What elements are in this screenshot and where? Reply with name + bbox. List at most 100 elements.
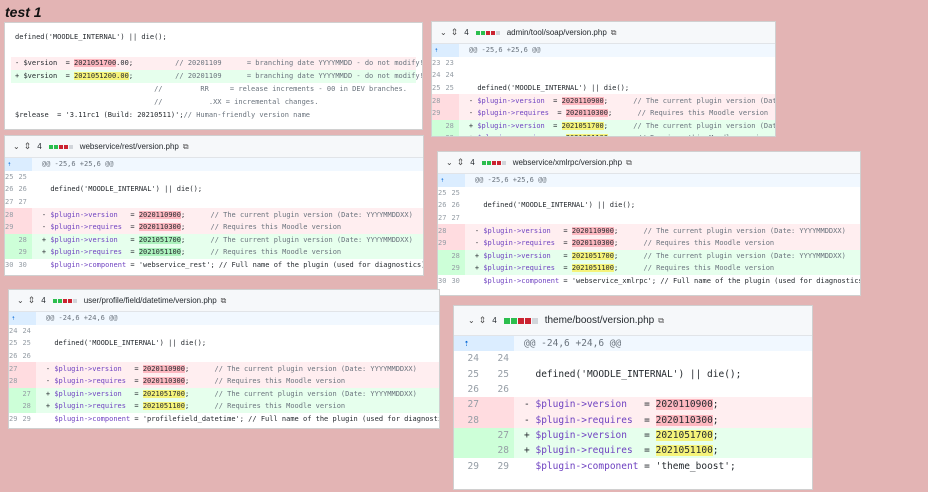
old-line-number[interactable] — [5, 246, 19, 259]
new-line-number[interactable] — [18, 208, 32, 221]
old-line-number[interactable]: 25 — [438, 187, 451, 200]
old-line-number[interactable] — [5, 233, 19, 247]
new-line-number[interactable]: 23 — [445, 57, 458, 70]
expand-up-icon[interactable]: ⇡ — [438, 174, 452, 187]
new-line-number[interactable]: 24 — [445, 69, 458, 82]
new-line-number[interactable] — [451, 224, 465, 237]
old-line-number[interactable]: 26 — [454, 382, 484, 397]
old-line-number[interactable]: 24 — [454, 351, 484, 366]
copy-icon[interactable]: ⧉ — [183, 142, 189, 152]
expand-up-icon[interactable]: ⇡ — [454, 336, 484, 352]
new-line-number[interactable]: 27 — [484, 427, 514, 444]
file-name[interactable]: admin/tool/soap/version.php — [507, 28, 607, 37]
new-line-number[interactable] — [484, 412, 514, 428]
new-line-number[interactable]: 28 — [451, 249, 465, 263]
new-line-number[interactable]: 24 — [484, 351, 514, 366]
new-line-number[interactable] — [18, 220, 32, 234]
old-line-number[interactable] — [9, 400, 23, 413]
old-line-number[interactable]: 29 — [9, 413, 22, 426]
old-line-number[interactable]: 24 — [432, 69, 445, 82]
old-line-number[interactable]: 28 — [432, 94, 446, 107]
old-line-number[interactable]: 27 — [5, 196, 18, 209]
old-line-number[interactable]: 28 — [438, 224, 452, 237]
new-line-number[interactable]: 26 — [451, 199, 464, 212]
new-line-number[interactable]: 30 — [451, 275, 464, 288]
expand-up-icon[interactable]: ⇡ — [9, 312, 23, 325]
new-line-number[interactable]: 27 — [451, 212, 464, 225]
old-line-number[interactable]: 27 — [438, 212, 451, 225]
file-name[interactable]: user/profile/field/datetime/version.php — [84, 296, 217, 305]
old-line-number[interactable]: 25 — [432, 82, 445, 95]
copy-icon[interactable]: ⧉ — [221, 296, 227, 306]
copy-icon[interactable]: ⧉ — [626, 158, 632, 168]
chevron-down-icon[interactable]: ⌄ — [468, 316, 475, 325]
new-line-number[interactable]: 28 — [18, 233, 32, 247]
new-line-number[interactable]: 29 — [445, 132, 459, 136]
expand-up-icon[interactable]: ⇡ — [5, 158, 19, 171]
new-line-number[interactable]: 24 — [22, 325, 35, 338]
chevron-down-icon[interactable]: ⌄ — [13, 142, 20, 151]
file-name[interactable]: theme/boost/version.php — [545, 315, 655, 326]
old-line-number[interactable] — [432, 119, 446, 133]
new-line-number[interactable]: 29 — [18, 246, 32, 259]
new-line-number[interactable] — [445, 94, 459, 107]
new-line-number[interactable] — [22, 362, 36, 375]
new-line-number[interactable]: 26 — [484, 382, 514, 397]
new-line-number[interactable]: 26 — [22, 350, 35, 363]
new-line-number[interactable]: 29 — [22, 413, 35, 426]
old-line-number[interactable] — [454, 443, 484, 459]
new-line-number[interactable]: 25 — [445, 82, 458, 95]
new-line-number[interactable]: 28 — [22, 400, 36, 413]
file-name[interactable]: webservice/xmlrpc/version.php — [513, 158, 622, 167]
chevron-down-icon[interactable]: ⌄ — [446, 158, 453, 167]
unfold-icon[interactable]: ⇕ — [457, 157, 465, 168]
unfold-icon[interactable]: ⇕ — [451, 27, 459, 38]
new-line-number[interactable]: 28 — [484, 443, 514, 459]
new-line-number[interactable] — [22, 374, 36, 388]
new-line-number[interactable]: 25 — [22, 337, 35, 350]
old-line-number[interactable] — [438, 262, 452, 275]
chevron-down-icon[interactable]: ⌄ — [17, 296, 24, 305]
copy-icon[interactable]: ⧉ — [611, 28, 617, 38]
expand-up-icon[interactable]: ⇡ — [432, 44, 446, 57]
unfold-icon[interactable]: ⇕ — [479, 315, 487, 326]
old-line-number[interactable]: 25 — [454, 367, 484, 382]
old-line-number[interactable]: 30 — [5, 259, 18, 272]
old-line-number[interactable] — [432, 132, 446, 136]
old-line-number[interactable]: 29 — [454, 458, 484, 473]
new-line-number[interactable]: 27 — [22, 387, 36, 401]
new-line-number[interactable]: 30 — [18, 259, 31, 272]
copy-icon[interactable]: ⧉ — [658, 316, 664, 326]
new-line-number[interactable]: 25 — [484, 367, 514, 382]
unfold-icon[interactable]: ⇕ — [28, 295, 36, 306]
old-line-number[interactable]: 28 — [5, 208, 19, 221]
new-line-number[interactable]: 27 — [18, 196, 31, 209]
new-line-number[interactable]: 26 — [18, 183, 31, 196]
old-line-number[interactable]: 29 — [438, 236, 452, 250]
old-line-number[interactable]: 27 — [9, 362, 23, 375]
old-line-number[interactable]: 28 — [454, 412, 484, 428]
old-line-number[interactable]: 28 — [9, 374, 23, 388]
new-line-number[interactable]: 25 — [18, 171, 31, 184]
old-line-number[interactable]: 23 — [432, 57, 445, 70]
old-line-number[interactable]: 26 — [5, 183, 18, 196]
old-line-number[interactable]: 25 — [9, 337, 22, 350]
old-line-number[interactable] — [438, 249, 452, 263]
new-line-number[interactable]: 28 — [445, 119, 459, 133]
old-line-number[interactable]: 24 — [9, 325, 22, 338]
old-line-number[interactable]: 26 — [9, 350, 22, 363]
old-line-number[interactable]: 26 — [438, 199, 451, 212]
unfold-icon[interactable]: ⇕ — [24, 141, 32, 152]
old-line-number[interactable] — [454, 427, 484, 444]
old-line-number[interactable]: 29 — [5, 220, 19, 234]
file-name[interactable]: webservice/rest/version.php — [80, 142, 179, 151]
old-line-number[interactable]: 27 — [454, 397, 484, 413]
chevron-down-icon[interactable]: ⌄ — [440, 28, 447, 37]
new-line-number[interactable] — [451, 236, 465, 250]
old-line-number[interactable]: 29 — [432, 106, 446, 120]
new-line-number[interactable] — [445, 106, 459, 120]
new-line-number[interactable]: 29 — [451, 262, 465, 275]
old-line-number[interactable]: 25 — [5, 171, 18, 184]
new-line-number[interactable]: 29 — [484, 458, 514, 473]
old-line-number[interactable]: 30 — [438, 275, 451, 288]
